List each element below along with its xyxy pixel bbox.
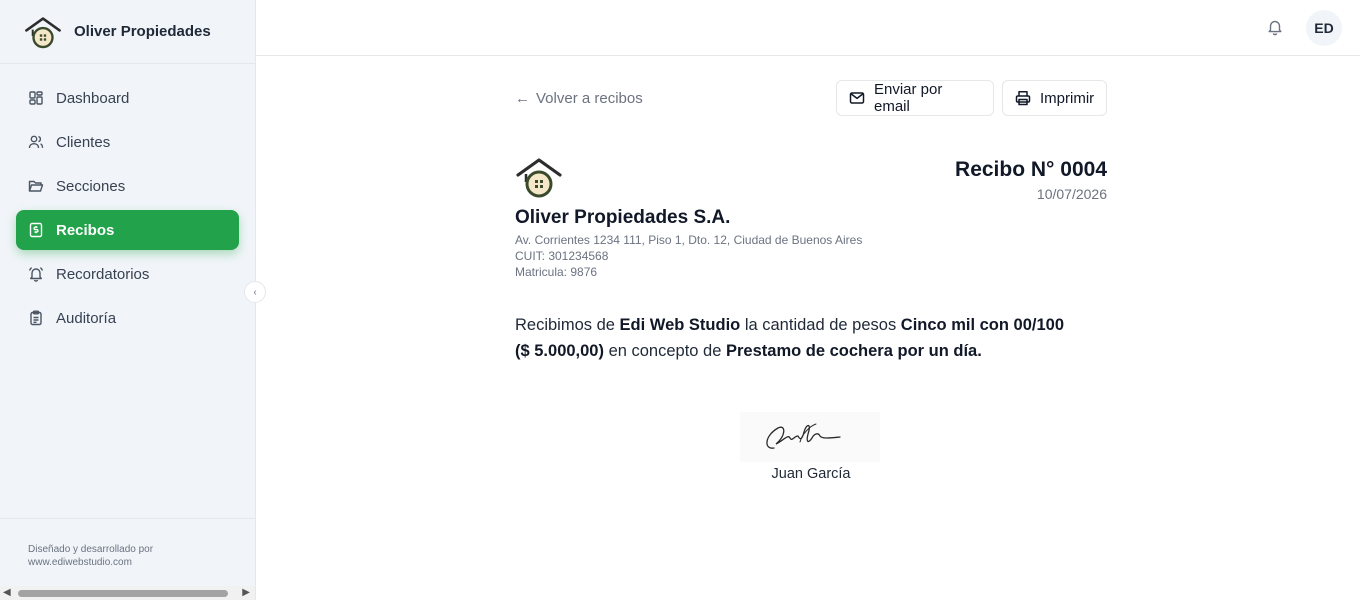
sidebar-item-recordatorios[interactable]: Recordatorios	[16, 254, 239, 294]
brand-name: Oliver Propiedades	[74, 23, 211, 40]
avatar[interactable]: ED	[1306, 10, 1342, 46]
company-matricula: Matricula: 9876	[515, 265, 598, 279]
arrow-left-icon: ←	[515, 90, 530, 107]
sidebar-item-recibos[interactable]: Recibos	[16, 210, 239, 250]
scroll-left-icon[interactable]: ◀	[3, 587, 11, 598]
back-to-receipts-link[interactable]: ← Volver a recibos	[515, 90, 643, 107]
receipt-date: 10/07/2026	[1036, 186, 1107, 202]
company-cuit: CUIT: 301234568	[515, 249, 609, 263]
sidebar-item-secciones[interactable]: Secciones	[16, 166, 239, 206]
print-button[interactable]: Imprimir	[1002, 80, 1107, 116]
sidebar-item-auditoria[interactable]: Auditoría	[16, 298, 239, 338]
scroll-right-icon[interactable]: ▶	[242, 587, 250, 598]
company-logo-icon	[516, 158, 562, 198]
sidebar-item-label: Recordatorios	[56, 265, 150, 283]
body-text-part: la cantidad de pesos	[740, 316, 901, 334]
receipt-number: Recibo N° 0004	[955, 158, 1107, 181]
top-bar: ED	[256, 0, 1360, 56]
receipt-body: Recibimos de Edi Web Studio la cantidad …	[515, 312, 1107, 364]
footer-website[interactable]: www.ediwebstudio.com	[28, 556, 255, 569]
sidebar-nav: Dashboard Clientes Secciones Recibos Rec…	[0, 64, 255, 338]
sidebar: Oliver Propiedades Dashboard Clientes Se…	[0, 0, 256, 600]
chevron-left-icon: ‹	[253, 286, 257, 298]
folder-icon	[28, 178, 44, 194]
notifications-bell-icon[interactable]	[1266, 18, 1284, 36]
sidebar-item-label: Auditoría	[56, 309, 117, 327]
sidebar-item-label: Secciones	[56, 177, 126, 195]
receipt-icon	[28, 222, 44, 238]
send-email-label: Enviar por email	[874, 81, 943, 115]
printer-icon	[1015, 90, 1031, 106]
sidebar-item-clientes[interactable]: Clientes	[16, 122, 239, 162]
dashboard-icon	[28, 90, 44, 106]
users-icon	[28, 134, 44, 150]
company-address: Av. Corrientes 1234 111, Piso 1, Dto. 12…	[515, 233, 863, 247]
sidebar-collapse-button[interactable]: ‹	[244, 281, 266, 303]
sidebar-item-label: Recibos	[56, 221, 115, 239]
clipboard-icon	[28, 310, 44, 326]
house-logo-icon	[25, 16, 61, 48]
amount-in-words: Cinco mil con 00/100	[900, 316, 1065, 334]
horizontal-scrollbar[interactable]: ◀ ▶	[0, 586, 255, 600]
amount-number: ($ 5.000,00)	[515, 342, 604, 360]
scrollbar-thumb[interactable]	[18, 590, 228, 597]
back-link-label: Volver a recibos	[536, 90, 643, 107]
concept: Prestamo de cochera por un día.	[726, 342, 982, 360]
body-text-part: Recibimos de	[515, 316, 620, 334]
body-text-part: en concepto de	[603, 342, 726, 360]
sidebar-item-label: Clientes	[56, 133, 111, 151]
signature-image	[740, 412, 880, 462]
footer-credit: Diseñado y desarrollado por	[28, 544, 154, 555]
signer-name: Juan García	[771, 466, 851, 482]
brand[interactable]: Oliver Propiedades	[0, 0, 255, 64]
company-name: Oliver Propiedades S.A.	[515, 207, 731, 228]
client-name: Edi Web Studio	[619, 316, 741, 334]
send-email-button[interactable]: Enviar por email	[836, 80, 994, 116]
print-label: Imprimir	[1040, 89, 1095, 107]
bell-icon	[28, 266, 44, 282]
sidebar-item-dashboard[interactable]: Dashboard	[16, 78, 239, 118]
sidebar-item-label: Dashboard	[56, 89, 130, 107]
mail-icon	[849, 90, 865, 106]
